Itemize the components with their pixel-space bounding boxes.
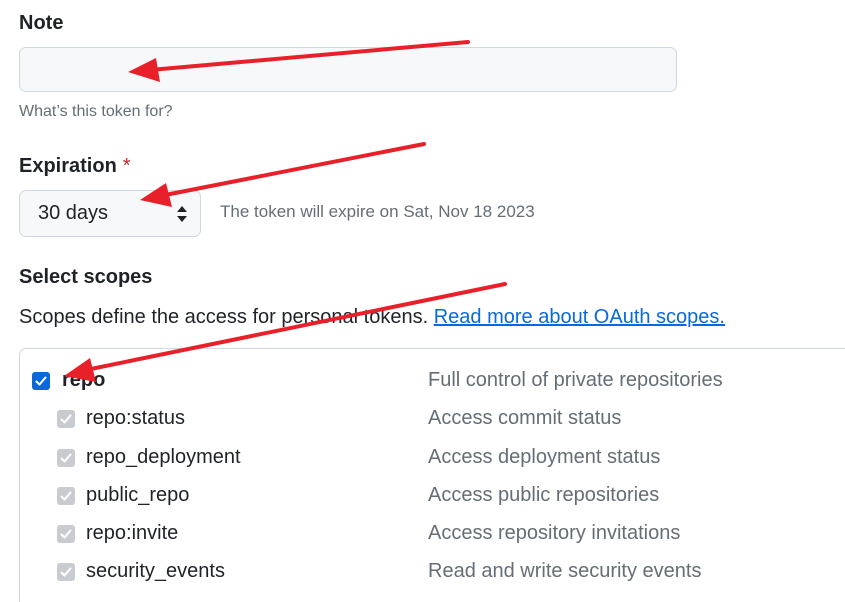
public-repo-checkbox[interactable]: [57, 487, 75, 505]
scope-description-repo-invite: Access repository invitations: [428, 522, 681, 544]
scope-description-security-events: Read and write security events: [428, 560, 702, 582]
up-down-chevron-icon: [177, 206, 187, 222]
oauth-scopes-link[interactable]: Read more about OAuth scopes.: [434, 306, 725, 328]
scope-name-repo-status: repo:status: [86, 407, 185, 429]
check-icon: [60, 453, 72, 463]
expiration-selected-value: 30 days: [38, 202, 109, 224]
scope-description-repo-status: Access commit status: [428, 407, 622, 429]
repo-status-checkbox[interactable]: [57, 410, 75, 428]
scope-description-repo: Full control of private repositories: [428, 369, 723, 391]
expiration-date-text: The token will expire on Sat, Nov 18 202…: [220, 202, 535, 221]
check-icon: [60, 567, 72, 577]
expiration-label: Expiration *: [19, 155, 131, 178]
check-icon: [60, 414, 72, 424]
repo-checkbox[interactable]: [32, 372, 50, 390]
check-icon: [60, 491, 72, 501]
expiration-label-text: Expiration: [19, 155, 117, 177]
check-icon: [35, 376, 47, 386]
scope-name-repo-deployment: repo_deployment: [86, 446, 241, 468]
security-events-checkbox[interactable]: [57, 563, 75, 581]
required-mark: *: [122, 155, 131, 177]
scope-description-repo-deployment: Access deployment status: [428, 446, 661, 468]
scopes-label: Select scopes: [19, 266, 153, 288]
scope-name-security-events: security_events: [86, 560, 225, 582]
note-hint: What’s this token for?: [19, 103, 173, 120]
scope-name-repo: repo: [62, 369, 106, 391]
scopes-description-text: Scopes define the access for personal to…: [19, 306, 429, 328]
repo-deployment-checkbox[interactable]: [57, 449, 75, 467]
token-form: Note What’s this token for? Expiration * …: [0, 0, 845, 602]
scope-name-repo-invite: repo:invite: [86, 522, 179, 544]
note-input[interactable]: [19, 47, 677, 92]
scope-description-public-repo: Access public repositories: [428, 484, 660, 506]
scopes-description: Scopes define the access for personal to…: [19, 306, 725, 329]
check-icon: [60, 529, 72, 539]
repo-invite-checkbox[interactable]: [57, 525, 75, 543]
scope-name-public-repo: public_repo: [86, 484, 190, 506]
expiration-select[interactable]: 30 days: [19, 190, 201, 237]
note-label: Note: [19, 12, 64, 34]
